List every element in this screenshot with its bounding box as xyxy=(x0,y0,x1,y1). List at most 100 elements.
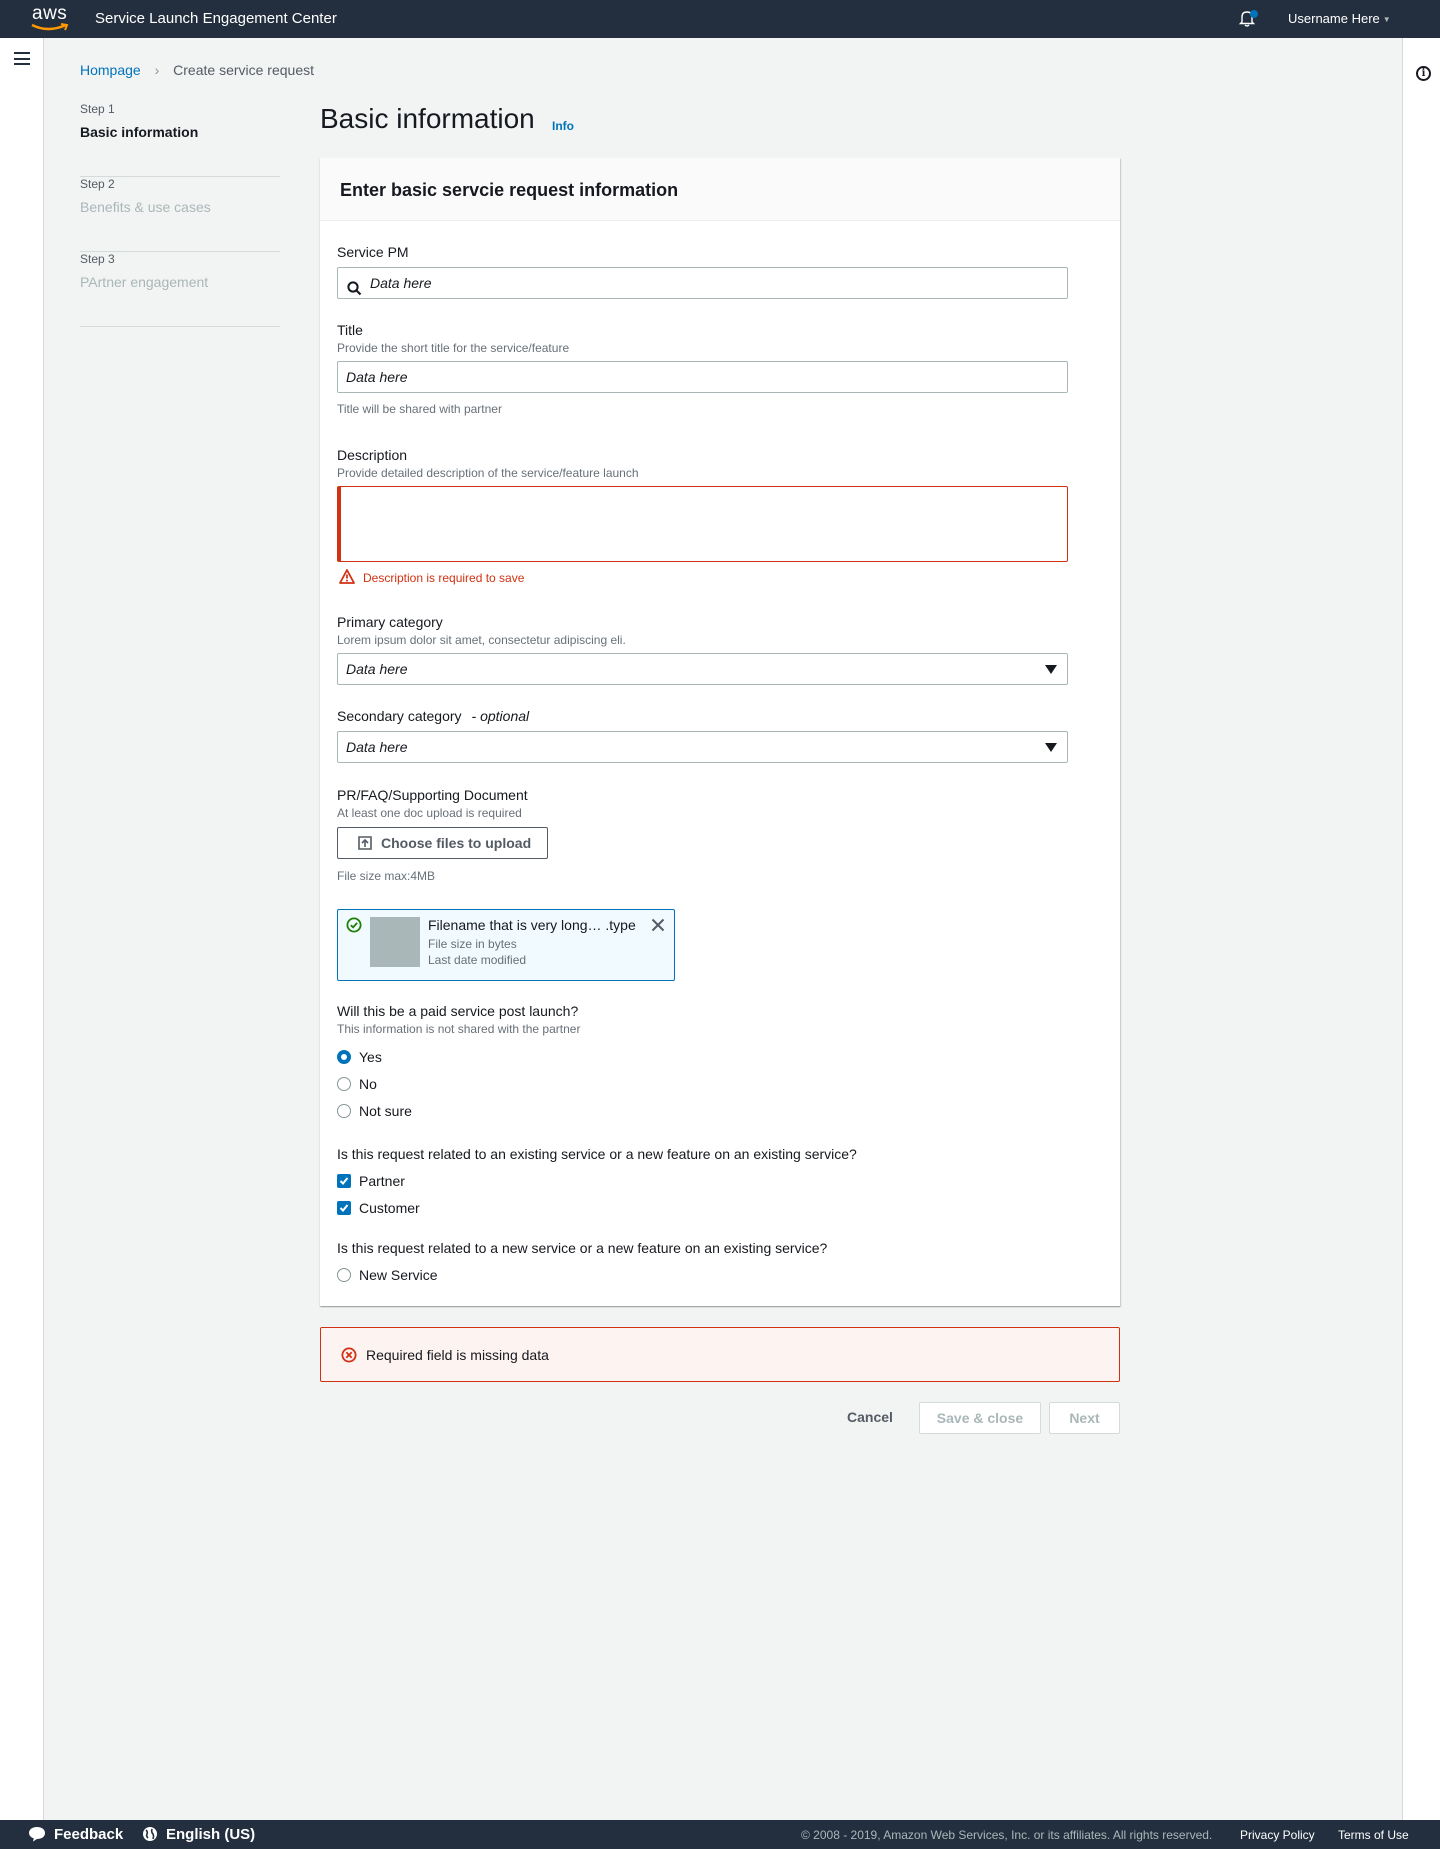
caret-down-icon: ▼ xyxy=(1382,15,1391,24)
field-label: Will this be a paid service post launch? xyxy=(337,1003,579,1019)
error-text: Description is required to save xyxy=(363,571,525,585)
radio-button[interactable] xyxy=(337,1268,351,1282)
uploaded-file-token: Filename that is very long… .type File s… xyxy=(337,909,675,981)
input-value: Data here xyxy=(346,369,408,385)
upload-icon xyxy=(358,836,372,850)
radio-yes[interactable]: Yes xyxy=(337,1048,1068,1075)
secondary-category-select[interactable]: Data here xyxy=(337,731,1068,763)
form-container: Enter basic servcie request information … xyxy=(320,158,1120,1306)
chevron-right-icon: › xyxy=(154,62,160,78)
paid-service-field: Will this be a paid service post launch?… xyxy=(337,1003,1068,1129)
radio-label: New Service xyxy=(359,1267,438,1283)
field-description: At least one doc upload is required xyxy=(337,806,522,820)
page-title: Basic information xyxy=(320,103,535,134)
field-error: Description is required to save xyxy=(337,569,1068,585)
radio-new-service[interactable]: New Service xyxy=(337,1266,1068,1293)
breadcrumb-home-link[interactable]: Hompage xyxy=(80,62,141,78)
notification-dot xyxy=(1250,10,1258,18)
terms-of-use-link[interactable]: Terms of Use xyxy=(1338,1828,1409,1842)
radio-label: Yes xyxy=(359,1049,382,1065)
user-menu[interactable]: Username Here ▼ xyxy=(1288,11,1391,26)
title-field: Title Provide the short title for the se… xyxy=(337,322,1068,416)
select-value: Data here xyxy=(346,661,408,677)
caret-down-icon xyxy=(1045,743,1057,752)
field-label: Service PM xyxy=(337,244,409,260)
optional-marker: - optional xyxy=(471,708,530,724)
warning-icon xyxy=(339,569,355,584)
input-value: Data here xyxy=(370,275,432,291)
step-name: Basic information xyxy=(80,124,199,140)
error-alert: Required field is missing data xyxy=(320,1327,1120,1382)
privacy-policy-link[interactable]: Privacy Policy xyxy=(1240,1828,1315,1842)
related-new-field: Is this request related to a new service… xyxy=(337,1240,1068,1293)
service-pm-search-input[interactable]: Data here xyxy=(337,267,1068,299)
step-label: Step 2 xyxy=(80,177,115,191)
radio-no[interactable]: No xyxy=(337,1075,1068,1102)
username: Username Here xyxy=(1288,11,1380,26)
language-selector[interactable]: English (US) xyxy=(142,1826,255,1843)
breadcrumb: Hompage › Create service request xyxy=(80,62,314,78)
select-value: Data here xyxy=(346,739,408,755)
field-label: Is this request related to an existing s… xyxy=(337,1146,857,1162)
wizard-step-3: Step 3 PArtner engagement xyxy=(80,252,280,327)
checkbox-label: Customer xyxy=(359,1200,420,1216)
related-existing-field: Is this request related to an existing s… xyxy=(337,1146,1068,1226)
radio-button[interactable] xyxy=(337,1104,351,1118)
description-textarea[interactable] xyxy=(337,486,1068,562)
next-button[interactable]: Next xyxy=(1049,1402,1120,1434)
wizard-step-1[interactable]: Step 1 Basic information xyxy=(80,102,280,177)
top-navigation-bar: aws Service Launch Engagement Center Use… xyxy=(0,0,1440,38)
radio-label: Not sure xyxy=(359,1103,412,1119)
app-title[interactable]: Service Launch Engagement Center xyxy=(95,10,337,27)
document-upload-field: PR/FAQ/Supporting Document At least one … xyxy=(337,787,1068,883)
file-date: Last date modified xyxy=(428,953,527,967)
description-field: Description Provide detailed description… xyxy=(337,447,1068,585)
checkbox-checked[interactable] xyxy=(337,1174,351,1188)
field-description: Provide the short title for the service/… xyxy=(337,341,570,355)
feedback-link[interactable]: Feedback xyxy=(28,1826,123,1843)
field-label: Primary category xyxy=(337,614,443,630)
field-description: This information is not shared with the … xyxy=(337,1022,581,1036)
radio-button[interactable] xyxy=(337,1050,351,1064)
radio-button[interactable] xyxy=(337,1077,351,1091)
success-check-icon xyxy=(346,917,362,938)
notifications-bell-icon[interactable] xyxy=(1238,9,1258,29)
radio-not-sure[interactable]: Not sure xyxy=(337,1102,1068,1129)
choose-files-button[interactable]: Choose files to upload xyxy=(337,827,548,859)
remove-file-close-icon[interactable] xyxy=(651,918,665,932)
copyright-text: © 2008 - 2019, Amazon Web Services, Inc.… xyxy=(801,1828,1213,1842)
step-name: PArtner engagement xyxy=(80,274,209,290)
field-label: PR/FAQ/Supporting Document xyxy=(337,787,528,803)
alert-message: Required field is missing data xyxy=(366,1347,549,1363)
title-input[interactable]: Data here xyxy=(337,361,1068,393)
error-icon xyxy=(341,1347,357,1363)
globe-icon xyxy=(143,1827,157,1841)
step-label: Step 3 xyxy=(80,252,115,266)
checkbox-customer[interactable]: Customer xyxy=(337,1199,1068,1226)
aws-logo[interactable]: aws xyxy=(30,3,72,32)
button-label: Choose files to upload xyxy=(381,835,532,851)
cancel-button[interactable]: Cancel xyxy=(847,1409,893,1425)
info-icon[interactable]: i xyxy=(1416,66,1431,81)
checkbox-partner[interactable]: Partner xyxy=(337,1172,1068,1199)
checkbox-checked[interactable] xyxy=(337,1201,351,1215)
file-thumbnail xyxy=(370,917,420,967)
container-header: Enter basic servcie request information xyxy=(320,158,1120,221)
side-navigation-rail xyxy=(0,38,44,1820)
tools-panel-rail: i xyxy=(1402,38,1440,1820)
wizard-steps: Step 1 Basic information Step 2 Benefits… xyxy=(80,102,280,327)
info-link[interactable]: Info xyxy=(552,119,574,133)
menu-hamburger-icon[interactable] xyxy=(14,52,30,65)
step-label: Step 1 xyxy=(80,102,115,116)
breadcrumb-current: Create service request xyxy=(173,62,314,78)
primary-category-select[interactable]: Data here xyxy=(337,653,1068,685)
field-label: Title xyxy=(337,322,363,338)
primary-category-field: Primary category Lorem ipsum dolor sit a… xyxy=(337,614,1068,685)
service-pm-field: Service PM Data here xyxy=(337,244,1068,299)
field-description: Lorem ipsum dolor sit amet, consectetur … xyxy=(337,633,626,647)
radio-label: No xyxy=(359,1076,377,1092)
field-label: Description xyxy=(337,447,408,463)
chat-bubble-icon xyxy=(29,1827,45,1842)
save-close-button[interactable]: Save & close xyxy=(919,1402,1041,1434)
field-description: Provide detailed description of the serv… xyxy=(337,466,639,480)
